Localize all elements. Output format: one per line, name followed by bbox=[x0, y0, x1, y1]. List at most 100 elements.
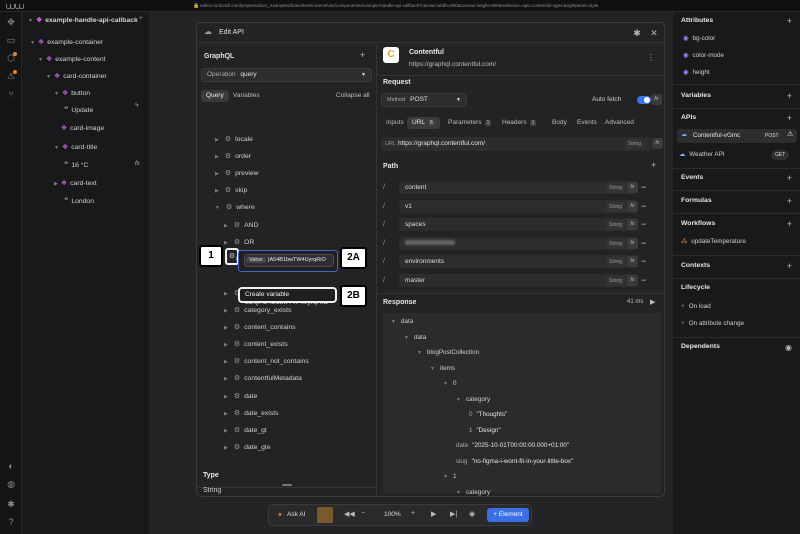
query-field[interactable]: ▶ ⚙ date_gt bbox=[224, 424, 267, 438]
chevron-right-icon[interactable]: ▶ bbox=[224, 325, 228, 331]
chevron-right-icon[interactable]: ▶ bbox=[224, 359, 228, 365]
create-variable-button[interactable]: Create variable bbox=[238, 287, 337, 303]
minus-icon[interactable]: − bbox=[361, 510, 365, 517]
tree-node[interactable]: ▼ ❖ card-container bbox=[46, 70, 107, 84]
chevron-down-icon[interactable]: ▼ bbox=[417, 350, 422, 356]
query-field[interactable]: ▶ ⚙ content_contains bbox=[224, 321, 296, 335]
package-icon[interactable]: ⬡ bbox=[5, 52, 17, 64]
operation-select[interactable]: Operation query ▼ bbox=[201, 68, 372, 82]
chevron-down-icon[interactable]: ▼ bbox=[443, 474, 448, 480]
chevron-down-icon[interactable]: ▼ bbox=[54, 91, 59, 97]
add-icon[interactable]: + bbox=[139, 15, 143, 22]
path-input[interactable]: v1 String fx bbox=[399, 199, 638, 213]
query-field[interactable]: ▶ ⚙ date_gte bbox=[224, 441, 271, 455]
warning-icon[interactable]: ⚠ bbox=[5, 70, 17, 82]
stop-icon[interactable]: ◉ bbox=[469, 510, 475, 518]
path-input[interactable]: environments String fx bbox=[399, 255, 638, 268]
add-path-icon[interactable]: + bbox=[651, 160, 656, 170]
chevron-right-icon[interactable]: ▶ bbox=[224, 411, 228, 417]
settings-icon[interactable]: ⚙ bbox=[234, 410, 240, 417]
nordcraft-logo[interactable]: ⩊⩊ bbox=[6, 1, 24, 11]
chevron-down-icon[interactable]: ▼ bbox=[215, 205, 220, 211]
attribute-item[interactable]: ◉ color-mode bbox=[683, 52, 724, 59]
settings-icon[interactable]: ⚙ bbox=[234, 324, 240, 331]
request-tab-events[interactable]: Events bbox=[572, 117, 602, 129]
remove-icon[interactable]: − bbox=[641, 200, 646, 213]
response-node[interactable]: ▼ items bbox=[430, 362, 455, 376]
response-node[interactable]: slug "no-figma-i-wont-fit-in-your-little-… bbox=[456, 455, 573, 469]
settings-icon[interactable]: ⚙ bbox=[225, 248, 239, 265]
collapse-all-button[interactable]: Collapse all bbox=[331, 90, 375, 102]
settings-icon[interactable]: ⚙ bbox=[234, 222, 240, 229]
tree-node[interactable]: ❝ London bbox=[64, 194, 94, 208]
tab-variables[interactable]: Variables bbox=[228, 90, 265, 102]
add-event-icon[interactable]: + bbox=[787, 174, 792, 183]
tree-node[interactable]: ❝ Update bbox=[64, 103, 93, 117]
response-node[interactable]: 1 "Design" bbox=[469, 424, 501, 438]
tree-node[interactable]: ▶❖card-image bbox=[54, 122, 104, 136]
add-element-button[interactable]: + Element bbox=[487, 508, 529, 522]
chevron-right-icon[interactable]: ▶ bbox=[224, 240, 228, 246]
chevron-down-icon[interactable]: ▼ bbox=[456, 397, 461, 403]
resize-handle[interactable] bbox=[282, 484, 292, 486]
autofetch-toggle[interactable] bbox=[637, 96, 651, 104]
settings-icon[interactable]: ⚙ bbox=[234, 307, 240, 314]
query-field[interactable]: ▶ ⚙ locale bbox=[215, 133, 253, 147]
formula-icon[interactable]: fx bbox=[652, 138, 663, 149]
plus-icon[interactable]: + bbox=[411, 510, 415, 517]
chevron-down-icon[interactable]: ▼ bbox=[443, 381, 448, 387]
settings-icon[interactable]: ⚙ bbox=[226, 204, 232, 211]
response-node[interactable]: date "2025-10-01T00:00:00.000+01:00" bbox=[456, 439, 569, 453]
settings-icon[interactable]: ⚙ bbox=[225, 153, 231, 160]
tree-node[interactable]: ❝ 16 °C bbox=[64, 158, 88, 172]
api-item-contentful[interactable]: ☁ Contentful-vGmc POST ⚠ bbox=[677, 129, 797, 143]
chevron-right-icon[interactable]: ▶ bbox=[215, 137, 219, 143]
add-formula-icon[interactable]: + bbox=[787, 197, 792, 206]
request-tab-advanced[interactable]: Advanced bbox=[600, 117, 639, 129]
lifecycle-item[interactable]: + On load bbox=[681, 303, 711, 310]
query-field[interactable]: ▶ ⚙ contentfulMetadata bbox=[224, 372, 302, 386]
add-variable-icon[interactable]: + bbox=[787, 92, 792, 101]
chevron-right-icon[interactable]: ▶ bbox=[215, 171, 219, 177]
chevron-down-icon[interactable]: ▼ bbox=[30, 40, 35, 46]
globe-icon[interactable]: ◍ bbox=[5, 478, 17, 490]
response-node[interactable]: ▼ blogPostCollection bbox=[417, 346, 479, 360]
workflow-item[interactable]: ⁂ updateTemperature bbox=[681, 238, 746, 245]
url-input[interactable]: URL https://graphql.contentful.com/ Stri… bbox=[381, 137, 651, 151]
bug-icon[interactable]: ✱ bbox=[5, 498, 17, 510]
response-node[interactable]: ▼ data bbox=[391, 315, 413, 329]
tree-node[interactable]: ▼ ❖ example-content bbox=[38, 53, 105, 67]
chevron-right-icon[interactable]: ▶ bbox=[224, 342, 228, 348]
query-field[interactable]: ▼ ⚙ where bbox=[215, 201, 255, 215]
remove-icon[interactable]: − bbox=[641, 255, 646, 268]
request-tab-body[interactable]: Body bbox=[547, 117, 572, 129]
chevron-down-icon[interactable]: ▼ bbox=[391, 319, 396, 325]
chevron-right-icon[interactable]: ▶ bbox=[215, 154, 219, 160]
add-context-icon[interactable]: + bbox=[787, 262, 792, 271]
response-node[interactable]: ▼ data bbox=[404, 331, 426, 345]
response-node[interactable]: ▼ category bbox=[456, 486, 490, 500]
chevron-right-icon[interactable]: ▶ bbox=[224, 291, 228, 297]
method-select[interactable]: Method POST ▼ bbox=[381, 93, 467, 107]
remove-icon[interactable]: − bbox=[641, 237, 646, 250]
settings-icon[interactable]: ⚙ bbox=[234, 358, 240, 365]
query-field[interactable]: ▶ ⚙ AND bbox=[224, 219, 259, 233]
chevron-down-icon[interactable]: ▼ bbox=[54, 145, 59, 151]
chevron-right-icon[interactable]: ▶ bbox=[224, 376, 228, 382]
play-icon[interactable]: ▶ bbox=[650, 298, 655, 306]
chevron-right-icon[interactable]: ▶ bbox=[54, 181, 58, 187]
query-field[interactable]: ▶ ⚙ date bbox=[224, 390, 257, 404]
tree-node[interactable]: ▼ ❖ card-title bbox=[54, 141, 97, 155]
settings-icon[interactable]: ⚙ bbox=[234, 444, 240, 451]
request-tab-parameters[interactable]: Parameters 1 bbox=[443, 117, 496, 129]
attribute-item[interactable]: ◉ height bbox=[683, 69, 710, 76]
query-field[interactable]: ▶ ⚙ order bbox=[215, 150, 251, 164]
path-input[interactable]: master String fx bbox=[399, 273, 638, 287]
component-title-row[interactable]: ▼ ❖ example-handle-api-callback bbox=[28, 14, 138, 28]
request-tab-headers[interactable]: Headers 1 bbox=[497, 117, 541, 129]
path-input[interactable]: String fx bbox=[399, 236, 638, 250]
request-tab-url[interactable]: URL 6 bbox=[407, 117, 440, 129]
chevron-right-icon[interactable]: ▶ bbox=[224, 394, 228, 400]
tree-node[interactable]: ▼ ❖ example-container bbox=[30, 36, 103, 50]
request-tab-inputs[interactable]: Inputs bbox=[381, 117, 409, 129]
